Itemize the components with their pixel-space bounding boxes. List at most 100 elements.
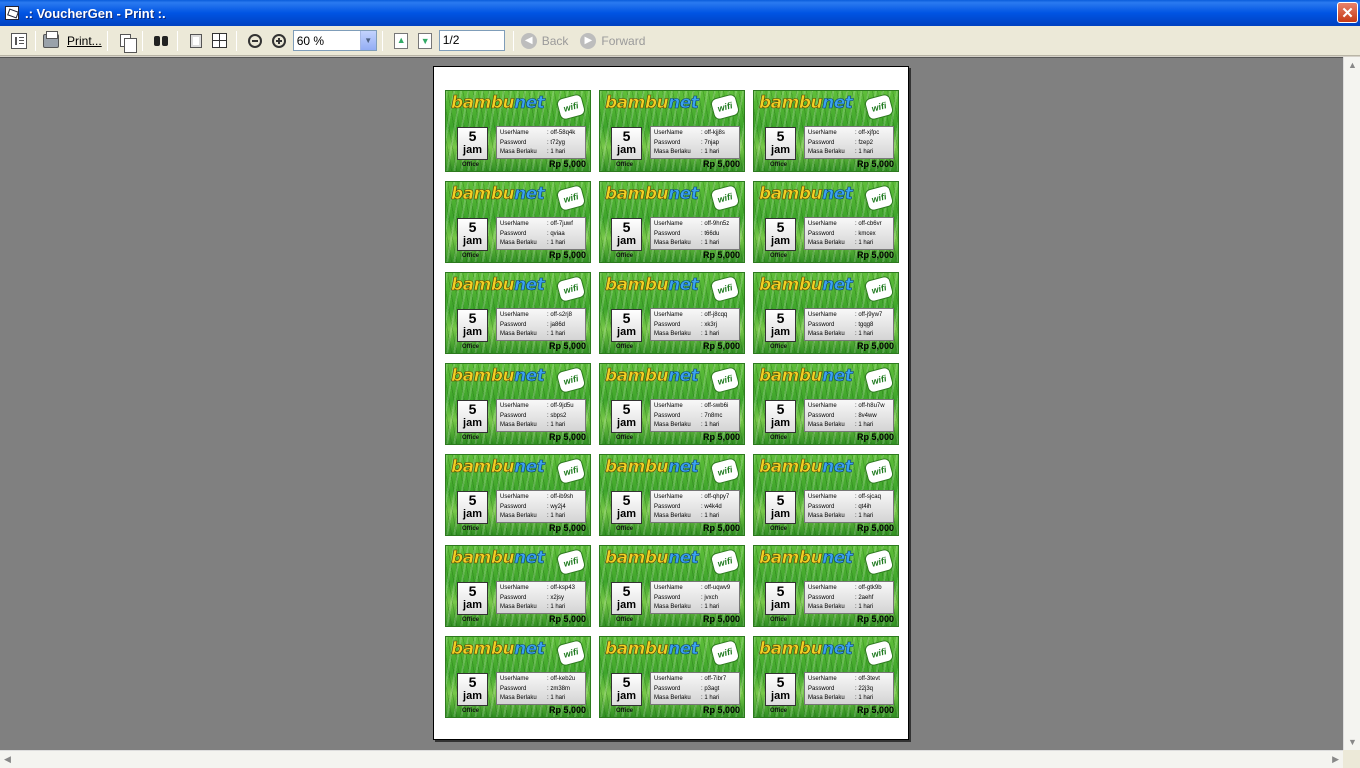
validity-value: : 1 hari xyxy=(855,604,874,611)
toolbar-separator xyxy=(141,30,143,51)
zoom-out-button[interactable] xyxy=(244,30,266,52)
next-page-button[interactable] xyxy=(414,30,436,52)
find-button[interactable] xyxy=(150,30,172,52)
password-label: Password xyxy=(654,503,681,510)
username-value: : off-gtk9b xyxy=(855,585,882,591)
validity-value: : 1 hari xyxy=(701,604,720,611)
vertical-scrollbar[interactable]: ▲ ▼ xyxy=(1343,57,1360,750)
duration-number: 5 xyxy=(468,492,477,508)
price-label: Rp 5,000 xyxy=(702,159,740,169)
location-label: Office xyxy=(616,162,634,168)
duration-box: 5 jam xyxy=(765,400,796,433)
password-value: : 8v4ww xyxy=(855,412,877,419)
username-value: : off-swb6i xyxy=(701,403,729,409)
chevron-down-icon[interactable]: ▼ xyxy=(359,31,376,50)
validity-value: : 1 hari xyxy=(855,695,874,702)
previous-page-button[interactable] xyxy=(390,30,412,52)
one-page-button[interactable] xyxy=(185,30,207,52)
print-page: bambunet wifi 5 jam UserName: off-58q4k … xyxy=(433,66,909,740)
voucher-card: bambunet wifi 5 jam UserName: off-j8cqq … xyxy=(599,272,745,354)
scrollbar-corner xyxy=(1343,750,1360,768)
validity-label: Masa Berlaku xyxy=(654,604,691,611)
scroll-left-icon[interactable]: ◀ xyxy=(4,754,11,765)
username-value: : off-uqwv9 xyxy=(701,585,731,591)
voucher-card: bambunet wifi 5 jam UserName: off-3tevt … xyxy=(753,636,899,718)
brand-logo: bambunet xyxy=(759,184,854,204)
location-label: Office xyxy=(770,617,788,623)
duration-unit: jam xyxy=(617,144,636,156)
close-button[interactable]: ✕ xyxy=(1337,2,1358,23)
duration-unit: jam xyxy=(771,144,790,156)
print-button[interactable]: Print... xyxy=(43,30,102,52)
validity-label: Masa Berlaku xyxy=(500,695,537,702)
scroll-right-icon[interactable]: ▶ xyxy=(1332,754,1339,765)
duration-unit: jam xyxy=(617,235,636,247)
price-label: Rp 5,000 xyxy=(856,250,894,260)
scroll-up-icon[interactable]: ▲ xyxy=(1348,60,1357,70)
price-label: Rp 5,000 xyxy=(856,705,894,715)
duration-box: 5 jam xyxy=(765,218,796,251)
wifi-badge-icon: wifi xyxy=(863,457,895,485)
zoom-in-icon xyxy=(271,33,286,48)
validity-value: : 1 hari xyxy=(547,513,566,520)
location-label: Office xyxy=(616,708,634,714)
multi-page-button[interactable] xyxy=(209,30,231,52)
password-label: Password xyxy=(808,412,835,419)
location-label: Office xyxy=(770,435,788,441)
duration-number: 5 xyxy=(468,401,477,417)
voucher-card: bambunet wifi 5 jam UserName: off-gtk9b … xyxy=(753,545,899,627)
toggle-tree-button[interactable] xyxy=(8,30,30,52)
location-label: Office xyxy=(770,344,788,350)
validity-value: : 1 hari xyxy=(855,422,874,429)
page-down-icon xyxy=(417,32,432,49)
credentials-box: UserName: off-9hn5z Password: t66du Masa… xyxy=(650,217,740,250)
password-value: : t72yg xyxy=(547,139,566,146)
back-button[interactable]: ◀ Back xyxy=(520,30,568,52)
voucher-card: bambunet wifi 5 jam UserName: off-kjj8s … xyxy=(599,90,745,172)
zoom-in-button[interactable] xyxy=(268,30,290,52)
wifi-badge-icon: wifi xyxy=(555,366,587,394)
duration-unit: jam xyxy=(617,508,636,520)
copy-icon xyxy=(120,34,138,53)
validity-value: : 1 hari xyxy=(701,331,720,338)
password-label: Password xyxy=(500,503,527,510)
validity-label: Masa Berlaku xyxy=(500,513,537,520)
location-label: Office xyxy=(616,344,634,350)
validity-label: Masa Berlaku xyxy=(654,422,691,429)
password-label: Password xyxy=(808,139,835,146)
page-number-input[interactable]: 1/2 xyxy=(438,30,505,51)
location-label: Office xyxy=(616,526,634,532)
forward-arrow-icon: ▶ xyxy=(580,32,597,49)
duration-box: 5 jam xyxy=(611,491,642,524)
password-label: Password xyxy=(500,412,527,419)
duration-unit: jam xyxy=(617,417,636,429)
horizontal-scrollbar[interactable]: ◀ ▶ xyxy=(0,750,1343,768)
toolbar-separator xyxy=(35,30,36,51)
credentials-box: UserName: off-58q4k Password: t72yg Masa… xyxy=(496,126,586,159)
scroll-down-icon[interactable]: ▼ xyxy=(1348,737,1357,747)
brand-logo: bambunet xyxy=(759,457,854,477)
wifi-badge-icon: wifi xyxy=(555,275,587,303)
brand-logo: bambunet xyxy=(605,366,700,386)
credentials-box: UserName: off-keb2u Password: zm38m Masa… xyxy=(496,672,586,705)
credentials-box: UserName: off-h8u7w Password: 8v4ww Masa… xyxy=(804,399,894,432)
duration-unit: jam xyxy=(771,599,790,611)
username-value: : off-s2rj8 xyxy=(547,312,572,318)
duration-box: 5 jam xyxy=(765,673,796,706)
validity-label: Masa Berlaku xyxy=(500,604,537,611)
password-value: : xk3rj xyxy=(701,321,718,328)
multi-page-icon xyxy=(212,33,228,48)
duration-unit: jam xyxy=(463,417,482,429)
binoculars-icon xyxy=(153,33,169,49)
username-value: : off-xjfpc xyxy=(855,130,880,136)
document-map-icon xyxy=(11,32,27,49)
zoom-out-icon xyxy=(247,33,262,48)
username-label: UserName xyxy=(500,312,529,318)
forward-button[interactable]: ▶ Forward xyxy=(580,30,645,52)
validity-label: Masa Berlaku xyxy=(808,695,845,702)
zoom-select[interactable]: 60 % ▼ xyxy=(292,30,377,51)
wifi-badge-icon: wifi xyxy=(863,275,895,303)
copy-button[interactable] xyxy=(115,30,138,53)
validity-label: Masa Berlaku xyxy=(808,604,845,611)
duration-box: 5 jam xyxy=(457,673,488,706)
